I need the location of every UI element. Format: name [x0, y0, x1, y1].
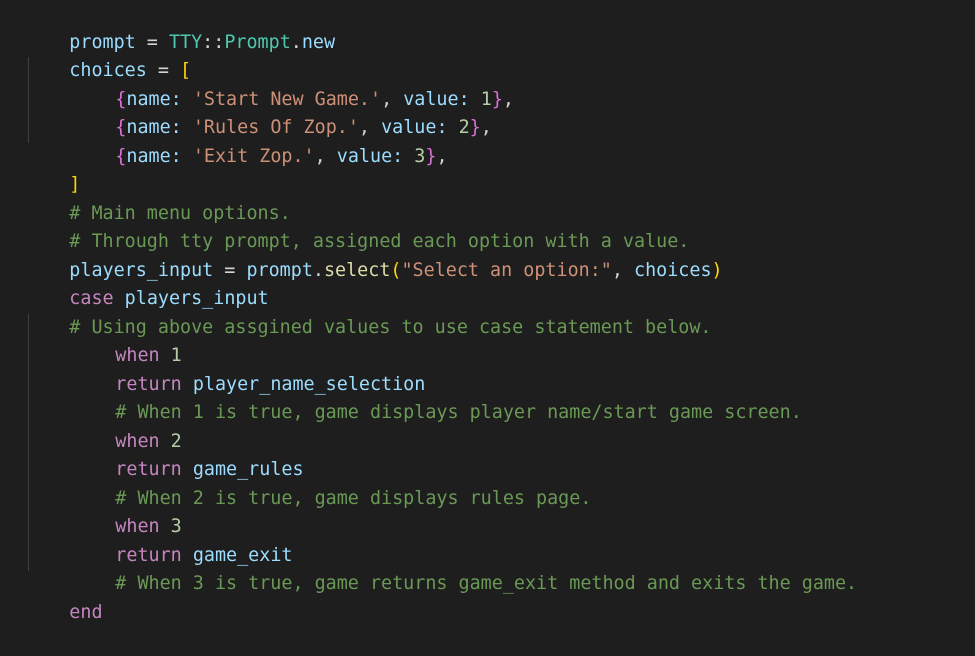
code-line-12[interactable]: when 1	[25, 314, 181, 366]
hash-close-brace: }	[469, 117, 481, 138]
code-line-8[interactable]: # Through tty prompt, assigned each opti…	[25, 200, 689, 252]
arg-choices: choices	[634, 259, 712, 281]
code-line-19[interactable]: return game_exit	[25, 513, 292, 566]
code-line-10[interactable]: case players_input	[25, 257, 268, 309]
comment: # When 2 is true, game displays rules pa…	[115, 487, 592, 509]
code-line-5[interactable]: {name: 'Exit Zop.', value: 3},	[25, 114, 447, 167]
hash-close-brace: }	[425, 145, 437, 167]
comma: ,	[436, 145, 448, 167]
code-line-7[interactable]: # Main menu options.	[25, 171, 290, 224]
keyword-end: end	[69, 601, 103, 623]
comma: ,	[480, 117, 492, 138]
scope-operator: ::	[202, 31, 225, 53]
code-line-4[interactable]: {name: 'Rules Of Zop.', value: 2},	[25, 86, 492, 138]
class-prompt: Prompt	[224, 31, 291, 53]
code-line-3[interactable]: {name: 'Start New Game.', value: 1},	[25, 57, 514, 110]
code-line-9[interactable]: players_input = prompt.select("Select an…	[25, 228, 722, 281]
hash-key-name: name:	[126, 145, 182, 167]
code-line-20[interactable]: # When 3 is true, game returns game_exit…	[25, 542, 857, 594]
hash-open-brace: {	[115, 145, 127, 167]
code-editor[interactable]: prompt = TTY::Prompt.new choices = [ {na…	[0, 0, 975, 623]
method-select: select	[323, 259, 391, 281]
string-literal: "Select an option:"	[401, 259, 612, 281]
code-line-15[interactable]: when 2	[25, 399, 181, 452]
paren-open: (	[390, 259, 402, 281]
comment: # When 3 is true, game returns game_exit…	[115, 573, 858, 594]
dot-operator: .	[312, 259, 324, 281]
code-line-2[interactable]: choices = [	[25, 29, 191, 81]
method-new: new	[301, 31, 336, 53]
code-line-13[interactable]: return player_name_selection	[25, 342, 425, 395]
hash-key-value: value:	[336, 145, 404, 167]
comma: ,	[502, 88, 514, 110]
code-line-11[interactable]: # Using above assgined values to use cas…	[25, 285, 711, 338]
code-line-14[interactable]: # When 1 is true, game displays player n…	[25, 371, 801, 423]
hash-close-brace: }	[491, 88, 503, 110]
comment: # When 1 is true, game displays player n…	[115, 402, 802, 423]
code-line-1[interactable]: prompt = TTY::Prompt.new	[25, 0, 335, 53]
comma: ,	[314, 145, 337, 167]
code-line-16[interactable]: return game_rules	[25, 428, 303, 480]
number-literal: 2	[458, 117, 470, 138]
dot-operator: .	[290, 31, 302, 53]
comma: ,	[611, 259, 635, 281]
code-line-18[interactable]: when 3	[25, 485, 181, 537]
code-line-6[interactable]: ]	[25, 143, 80, 195]
number-literal: 3	[414, 145, 426, 167]
code-line-21[interactable]: end	[25, 570, 102, 623]
string-literal: 'Exit Zop.'	[192, 145, 315, 167]
code-line-17[interactable]: # When 2 is true, game displays rules pa…	[25, 456, 591, 509]
paren-close: )	[711, 259, 723, 281]
